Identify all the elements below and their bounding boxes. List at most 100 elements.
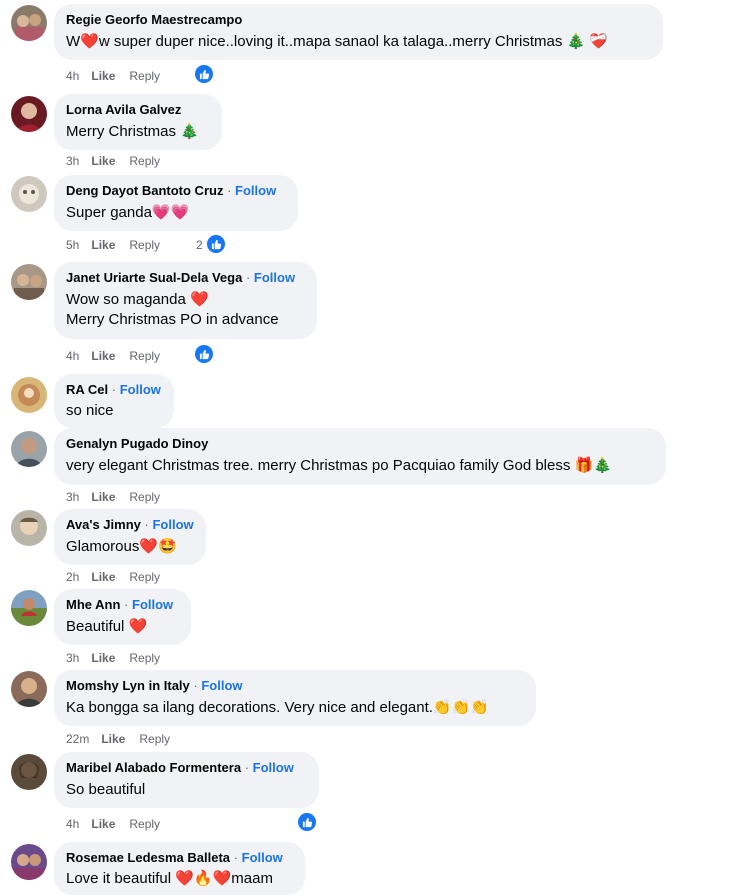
follow-button[interactable]: Follow bbox=[235, 183, 276, 198]
comment-text: Super ganda💗💗 bbox=[66, 204, 190, 221]
comment-text: Glamorous❤️🤩 bbox=[66, 538, 177, 555]
timestamp[interactable]: 22m bbox=[66, 732, 89, 746]
like-button[interactable]: Like bbox=[91, 349, 115, 363]
comment-bubble: Ava's Jimny · Follow Glamorous❤️🤩 bbox=[54, 509, 206, 565]
reply-button[interactable]: Reply bbox=[139, 732, 170, 746]
avatar[interactable] bbox=[11, 264, 47, 300]
comment-bubble: Janet Uriarte Sual-Dela Vega · Follow Wo… bbox=[54, 262, 317, 339]
reply-button[interactable]: Reply bbox=[129, 490, 160, 504]
follow-button[interactable]: Follow bbox=[152, 517, 193, 532]
reply-button[interactable]: Reply bbox=[129, 349, 160, 363]
like-button[interactable]: Like bbox=[91, 154, 115, 168]
avatar[interactable] bbox=[11, 176, 47, 212]
comment-actions: 4h Like Reply bbox=[66, 348, 174, 364]
avatar-photo-icon bbox=[11, 5, 47, 41]
comment-bubble: Rosemae Ledesma Balleta · Follow Love it… bbox=[54, 842, 305, 895]
avatar[interactable] bbox=[11, 377, 47, 413]
author-name[interactable]: Maribel Alabado Formentera bbox=[66, 760, 241, 775]
comment-text: Merry Christmas PO in advance bbox=[66, 311, 279, 328]
reply-button[interactable]: Reply bbox=[129, 69, 160, 83]
like-button[interactable]: Like bbox=[91, 651, 115, 665]
timestamp[interactable]: 2h bbox=[66, 570, 79, 584]
author-name[interactable]: Ava's Jimny bbox=[66, 517, 141, 532]
comment-bubble: Deng Dayot Bantoto Cruz · Follow Super g… bbox=[54, 175, 298, 231]
avatar[interactable] bbox=[11, 590, 47, 626]
avatar[interactable] bbox=[11, 844, 47, 880]
comment-bubble: Genalyn Pugado Dinoy very elegant Christ… bbox=[54, 428, 666, 485]
reply-button[interactable]: Reply bbox=[129, 570, 160, 584]
comment-bubble: Momshy Lyn in Italy · Follow Ka bongga s… bbox=[54, 670, 536, 726]
like-reaction-icon[interactable] bbox=[195, 65, 213, 83]
avatar[interactable] bbox=[11, 5, 47, 41]
comment-text: Ka bongga sa ilang decorations. Very nic… bbox=[66, 699, 489, 716]
comment-actions: 22m Like Reply bbox=[66, 731, 184, 747]
comment-actions: 2h Like Reply bbox=[66, 569, 174, 585]
comment-bubble: Regie Georfo Maestrecampo W❤️w super dup… bbox=[54, 4, 663, 60]
author-name[interactable]: Deng Dayot Bantoto Cruz bbox=[66, 183, 223, 198]
like-button[interactable]: Like bbox=[91, 817, 115, 831]
like-reaction-icon[interactable] bbox=[195, 345, 213, 363]
comment-bubble: RA Cel · Follow so nice bbox=[54, 374, 174, 428]
timestamp[interactable]: 3h bbox=[66, 651, 79, 665]
avatar-photo-icon bbox=[11, 176, 47, 212]
timestamp[interactable]: 3h bbox=[66, 490, 79, 504]
author-name[interactable]: Mhe Ann bbox=[66, 597, 120, 612]
reply-button[interactable]: Reply bbox=[129, 238, 160, 252]
comment-actions: 3h Like Reply bbox=[66, 489, 174, 505]
like-reaction-icon[interactable] bbox=[298, 813, 316, 831]
comment-text: very elegant Christmas tree. merry Chris… bbox=[66, 457, 612, 474]
avatar[interactable] bbox=[11, 96, 47, 132]
comment-text: Beautiful ❤️ bbox=[66, 618, 148, 635]
timestamp[interactable]: 4h bbox=[66, 817, 79, 831]
comment-bubble: Lorna Avila Galvez Merry Christmas 🎄 bbox=[54, 94, 222, 150]
avatar[interactable] bbox=[11, 671, 47, 707]
author-name[interactable]: Janet Uriarte Sual-Dela Vega bbox=[66, 270, 242, 285]
avatar[interactable] bbox=[11, 754, 47, 790]
avatar-photo-icon bbox=[11, 96, 47, 132]
avatar-photo-icon bbox=[11, 377, 47, 413]
timestamp[interactable]: 5h bbox=[66, 238, 79, 252]
timestamp[interactable]: 4h bbox=[66, 349, 79, 363]
avatar-photo-icon bbox=[11, 510, 47, 546]
follow-button[interactable]: Follow bbox=[254, 270, 295, 285]
avatar-photo-icon bbox=[11, 590, 47, 626]
comment-bubble: Maribel Alabado Formentera · Follow So b… bbox=[54, 752, 319, 808]
follow-button[interactable]: Follow bbox=[132, 597, 173, 612]
timestamp[interactable]: 4h bbox=[66, 69, 79, 83]
reply-button[interactable]: Reply bbox=[129, 651, 160, 665]
comment-text: Wow so maganda ❤️ bbox=[66, 291, 209, 308]
comment-bubble: Mhe Ann · Follow Beautiful ❤️ bbox=[54, 589, 191, 645]
author-name[interactable]: Rosemae Ledesma Balleta bbox=[66, 850, 230, 865]
avatar-photo-icon bbox=[11, 671, 47, 707]
comment-actions: 3h Like Reply bbox=[66, 153, 174, 169]
author-name[interactable]: Regie Georfo Maestrecampo bbox=[66, 12, 242, 27]
follow-button[interactable]: Follow bbox=[120, 382, 161, 397]
author-name[interactable]: Momshy Lyn in Italy bbox=[66, 678, 190, 693]
comment-text: So beautiful bbox=[66, 781, 146, 798]
comment-text: Merry Christmas 🎄 bbox=[66, 123, 199, 140]
like-button[interactable]: Like bbox=[91, 69, 115, 83]
comment-text: so nice bbox=[66, 402, 114, 419]
avatar-photo-icon bbox=[11, 844, 47, 880]
avatar[interactable] bbox=[11, 431, 47, 467]
author-name[interactable]: Genalyn Pugado Dinoy bbox=[66, 436, 208, 451]
avatar-photo-icon bbox=[11, 431, 47, 467]
author-name[interactable]: RA Cel bbox=[66, 382, 108, 397]
reply-button[interactable]: Reply bbox=[129, 154, 160, 168]
comment-actions: 4h Like Reply bbox=[66, 816, 174, 832]
like-button[interactable]: Like bbox=[91, 570, 115, 584]
timestamp[interactable]: 3h bbox=[66, 154, 79, 168]
avatar[interactable] bbox=[11, 510, 47, 546]
reaction-count[interactable]: 2 bbox=[196, 237, 203, 253]
comment-actions: 4h Like Reply bbox=[66, 68, 174, 84]
like-reaction-icon[interactable] bbox=[207, 235, 225, 253]
like-button[interactable]: Like bbox=[101, 732, 125, 746]
reply-button[interactable]: Reply bbox=[129, 817, 160, 831]
comment-actions: 3h Like Reply bbox=[66, 650, 174, 666]
like-button[interactable]: Like bbox=[91, 238, 115, 252]
author-name[interactable]: Lorna Avila Galvez bbox=[66, 102, 181, 117]
follow-button[interactable]: Follow bbox=[253, 760, 294, 775]
like-button[interactable]: Like bbox=[91, 490, 115, 504]
follow-button[interactable]: Follow bbox=[201, 678, 242, 693]
follow-button[interactable]: Follow bbox=[242, 850, 283, 865]
